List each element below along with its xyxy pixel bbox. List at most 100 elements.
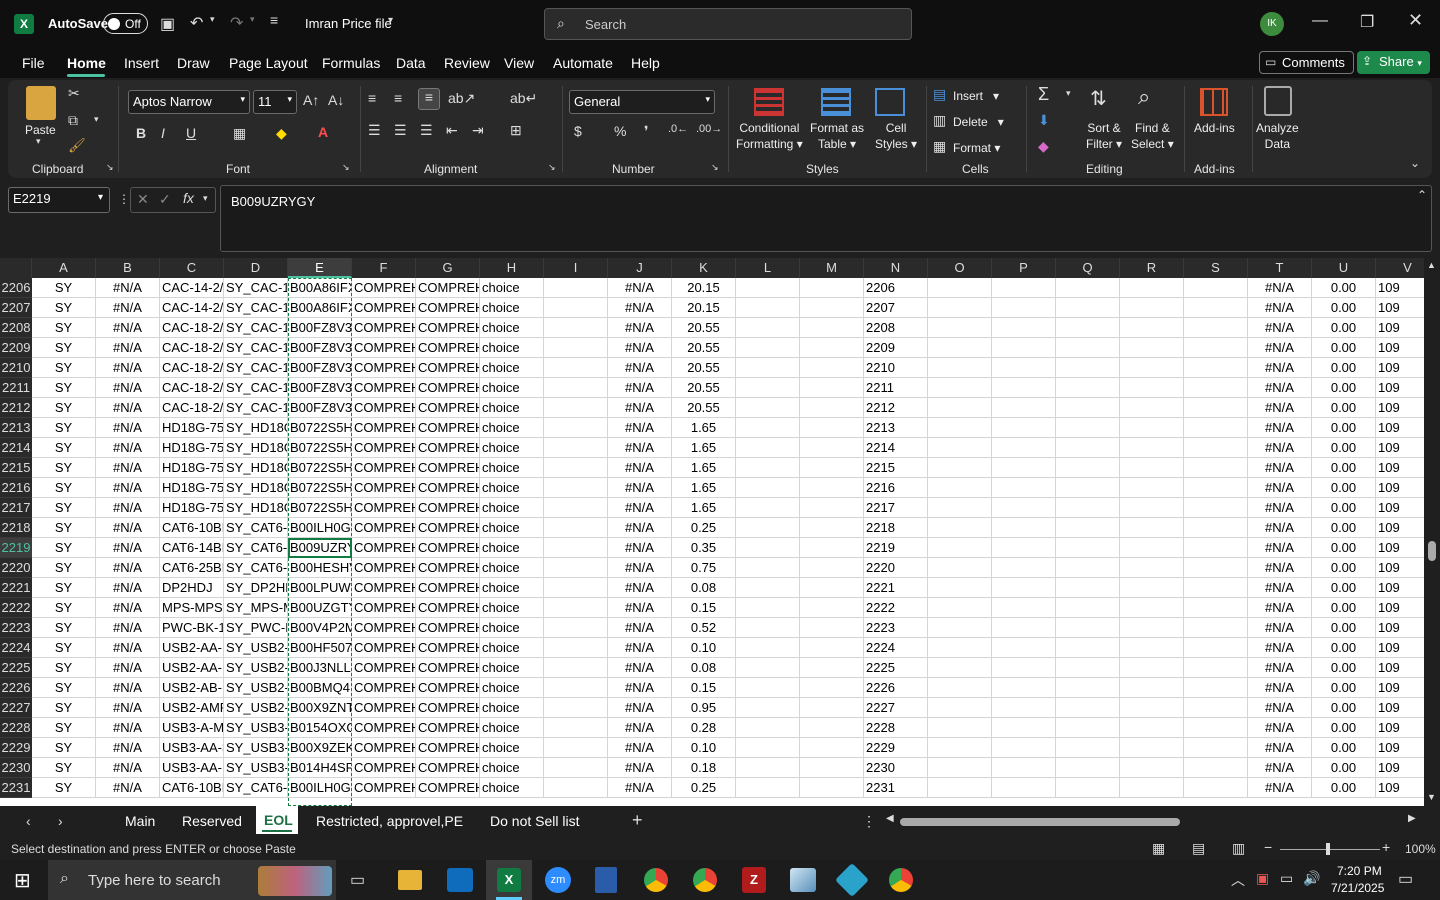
cell[interactable]: PWC-BK-1	[160, 618, 224, 638]
cell[interactable]: COMPREHENSIVECO	[352, 698, 416, 718]
cell[interactable]: COMPREHENSIVECO	[352, 278, 416, 298]
cell[interactable]	[736, 678, 800, 698]
cell[interactable]	[1120, 378, 1184, 398]
cell[interactable]: #N/A	[1248, 618, 1312, 638]
cell[interactable]: choice	[480, 358, 544, 378]
align-top-icon[interactable]: ≡	[368, 90, 376, 106]
cell[interactable]: SY_CAC-18	[224, 318, 288, 338]
increase-indent-icon[interactable]: ⇥	[472, 122, 484, 139]
align-left-icon[interactable]: ☰	[368, 122, 381, 139]
cell[interactable]: #N/A	[608, 298, 672, 318]
cell[interactable]: 2230	[864, 758, 928, 778]
cell[interactable]: USB3-A-M	[160, 718, 224, 738]
column-header-v[interactable]: V	[1376, 258, 1424, 278]
close-icon[interactable]: ✕	[1408, 10, 1423, 31]
menu-home[interactable]: Home	[67, 55, 106, 71]
row-header[interactable]: 2215	[0, 458, 32, 478]
cell[interactable]	[992, 538, 1056, 558]
row-header[interactable]: 2229	[0, 738, 32, 758]
cell[interactable]	[928, 518, 992, 538]
cell[interactable]: choice	[480, 338, 544, 358]
cell[interactable]	[928, 478, 992, 498]
cell[interactable]: #N/A	[96, 278, 160, 298]
cell[interactable]: #N/A	[608, 418, 672, 438]
cell[interactable]	[800, 758, 864, 778]
cell[interactable]: B00FZ8V3	[288, 358, 352, 378]
cell[interactable]: 109	[1376, 378, 1424, 398]
cell[interactable]: 0.25	[672, 518, 736, 538]
cell[interactable]	[1184, 578, 1248, 598]
cell[interactable]: #N/A	[608, 498, 672, 518]
increase-decimal-icon[interactable]: .0←	[668, 123, 688, 135]
column-header-q[interactable]: Q	[1056, 258, 1120, 278]
cell[interactable]: 0.00	[1312, 778, 1376, 798]
cell[interactable]: choice	[480, 418, 544, 438]
cell[interactable]: SY	[32, 578, 96, 598]
cell[interactable]: #N/A	[1248, 358, 1312, 378]
cell[interactable]	[1120, 698, 1184, 718]
cell[interactable]: 109	[1376, 578, 1424, 598]
cell[interactable]: COMPREH	[416, 578, 480, 598]
chrome-profile-icon[interactable]	[693, 868, 717, 892]
align-center-icon[interactable]: ☰	[394, 122, 407, 139]
cell[interactable]: SY	[32, 378, 96, 398]
cell[interactable]: #N/A	[608, 478, 672, 498]
cell[interactable]: #N/A	[96, 638, 160, 658]
autosave-toggle[interactable]: Off	[103, 13, 148, 34]
cell[interactable]: 2223	[864, 618, 928, 638]
cell[interactable]	[544, 778, 608, 798]
cell[interactable]: CAC-18-2/	[160, 338, 224, 358]
chrome-icon[interactable]	[644, 868, 668, 892]
cell[interactable]: 109	[1376, 718, 1424, 738]
cell[interactable]: COMPREHENSIVECO	[352, 598, 416, 618]
fill-color-icon[interactable]: ◆	[276, 125, 287, 142]
cell[interactable]	[1184, 298, 1248, 318]
cell-styles-button[interactable]: Cell Styles ▾	[875, 120, 917, 152]
cell[interactable]: 1.65	[672, 418, 736, 438]
cell[interactable]: CAT6-10BL	[160, 518, 224, 538]
cell[interactable]	[1184, 758, 1248, 778]
analyze-data-icon[interactable]	[1264, 86, 1292, 116]
cell[interactable]	[1056, 598, 1120, 618]
cell[interactable]: HD18G-75	[160, 498, 224, 518]
menu-file[interactable]: File	[22, 55, 45, 71]
cell[interactable]: 0.00	[1312, 638, 1376, 658]
cell[interactable]: SY_USB3-A	[224, 718, 288, 738]
font-size-select[interactable]: 11 ▾	[253, 90, 297, 114]
cell[interactable]: 109	[1376, 538, 1424, 558]
cell[interactable]: 2218	[864, 518, 928, 538]
name-box[interactable]: E2219 ▾	[8, 187, 110, 213]
cell[interactable]: SY	[32, 678, 96, 698]
scroll-up-icon[interactable]: ▲	[1427, 260, 1436, 270]
cell[interactable]	[736, 398, 800, 418]
active-cell[interactable]: B009UZRY	[288, 538, 352, 558]
cell[interactable]	[1184, 458, 1248, 478]
cell[interactable]: COMPREH	[416, 618, 480, 638]
cell[interactable]: SY	[32, 438, 96, 458]
cell[interactable]: COMPREH	[416, 758, 480, 778]
app-diamond-icon[interactable]	[835, 863, 869, 897]
conditional-formatting-button[interactable]: Conditional Formatting ▾	[736, 120, 803, 152]
cell[interactable]	[544, 598, 608, 618]
chrome-alt-icon[interactable]	[889, 868, 913, 892]
cell[interactable]: #N/A	[96, 398, 160, 418]
fill-icon[interactable]: ⬇	[1038, 112, 1050, 129]
cell[interactable]: #N/A	[608, 678, 672, 698]
cell[interactable]: SY_HD18G	[224, 438, 288, 458]
row-header[interactable]: 2221	[0, 578, 32, 598]
cell[interactable]	[992, 458, 1056, 478]
cell[interactable]: 0.00	[1312, 358, 1376, 378]
column-header-c[interactable]: C	[160, 258, 224, 278]
cell[interactable]	[800, 698, 864, 718]
cell[interactable]: 2222	[864, 598, 928, 618]
cell[interactable]: #N/A	[96, 478, 160, 498]
cell[interactable]: 109	[1376, 678, 1424, 698]
cell[interactable]: CAC-18-2/	[160, 318, 224, 338]
cell[interactable]: #N/A	[96, 578, 160, 598]
cell[interactable]	[992, 478, 1056, 498]
cell[interactable]	[736, 618, 800, 638]
cell[interactable]	[1120, 278, 1184, 298]
cell[interactable]	[544, 298, 608, 318]
cell[interactable]	[736, 658, 800, 678]
menu-help[interactable]: Help	[631, 55, 660, 71]
